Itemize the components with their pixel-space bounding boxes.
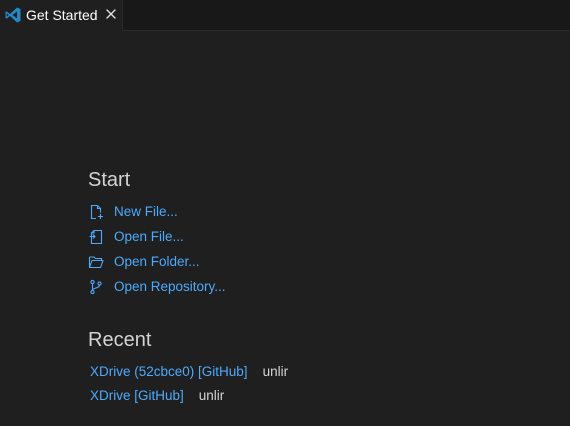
tab-get-started[interactable]: Get Started (0, 0, 123, 31)
recent-item-path: unlir (198, 387, 225, 403)
recent-item: XDrive [GitHub] unlir (90, 383, 288, 407)
tab-bar: Get Started (0, 0, 570, 31)
recent-item: XDrive (52cbce0) [GitHub] unlir (90, 359, 288, 383)
start-new-file-label: New File... (114, 204, 178, 219)
editor-window: Get Started Start New File... Open File.… (0, 0, 570, 426)
start-open-folder[interactable]: Open Folder... (88, 249, 226, 274)
start-heading: Start (88, 169, 131, 191)
start-list: New File... Open File... Open Folder... (88, 199, 226, 299)
vscode-logo-icon (5, 7, 21, 23)
new-file-icon (90, 204, 103, 219)
start-open-repository[interactable]: Open Repository... (88, 274, 226, 299)
recent-item-path: unlir (262, 363, 289, 379)
tab-label: Get Started (26, 7, 98, 23)
open-file-icon (89, 229, 103, 244)
git-branch-icon (90, 279, 102, 294)
start-open-file-label: Open File... (114, 229, 184, 244)
folder-icon (88, 255, 104, 268)
close-icon[interactable] (104, 7, 118, 21)
recent-heading: Recent (88, 329, 152, 351)
recent-item-link[interactable]: XDrive [GitHub] (90, 388, 184, 403)
start-open-folder-label: Open Folder... (114, 254, 200, 269)
start-open-repository-label: Open Repository... (114, 279, 226, 294)
start-new-file[interactable]: New File... (88, 199, 226, 224)
recent-list: XDrive (52cbce0) [GitHub] unlir XDrive [… (90, 359, 288, 407)
start-open-file[interactable]: Open File... (88, 224, 226, 249)
recent-item-link[interactable]: XDrive (52cbce0) [GitHub] (90, 364, 248, 379)
get-started-content: Start New File... Open File... Open Fold… (88, 168, 288, 403)
